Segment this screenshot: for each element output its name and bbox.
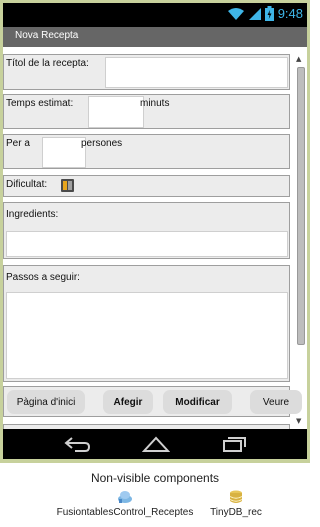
status-time: 9:48 [277, 6, 303, 21]
serves-input[interactable] [42, 137, 86, 168]
ingredients-label: Ingredients: [6, 209, 59, 220]
home-icon[interactable] [142, 435, 170, 453]
recipe-title-input[interactable] [105, 57, 288, 88]
battery-icon [264, 6, 274, 21]
fusiontables-component[interactable]: FusiontablesControl_Receptes [48, 490, 202, 518]
time-label: Temps estimat: [6, 98, 74, 109]
screen-content: Títol de la recepta: Temps estimat: minu… [3, 47, 307, 429]
add-button[interactable]: Afegir [103, 390, 153, 414]
non-visible-components-panel: Non-visible components FusiontablesContr… [0, 463, 310, 527]
ingredients-row: Ingredients: [3, 202, 290, 259]
status-bar: 9:48 [3, 3, 307, 27]
steps-textarea[interactable] [6, 292, 288, 379]
time-unit-label: minuts [140, 98, 170, 109]
recipe-title-row: Títol de la recepta: [3, 54, 290, 90]
time-input[interactable] [88, 96, 144, 128]
wifi-icon [227, 7, 244, 20]
serves-label: Per a [6, 138, 30, 149]
navigation-bar [3, 429, 307, 459]
status-icons: 9:48 [227, 6, 303, 21]
modify-button[interactable]: Modificar [163, 390, 232, 414]
non-visible-title: Non-visible components [90, 471, 220, 485]
time-row: Temps estimat: minuts [3, 94, 290, 129]
fusiontables-label: FusiontablesControl_Receptes [56, 507, 194, 518]
screen-title: Nova Recepta [15, 30, 79, 41]
scroll-up-arrow-icon[interactable]: ▲ [296, 55, 301, 63]
title-bar: Nova Recepta [3, 27, 307, 47]
tinydb-label: TinyDB_rec [210, 507, 262, 518]
difficulty-label: Dificultat: [6, 179, 48, 190]
steps-row: Passos a seguir: [3, 265, 290, 382]
back-icon[interactable] [63, 435, 91, 453]
difficulty-row: Dificultat: [3, 175, 290, 197]
fusiontables-icon [118, 491, 132, 503]
phone-frame: 9:48 Nova Recepta Títol de la recepta: T… [0, 0, 310, 463]
database-icon [229, 490, 243, 503]
tinydb-component[interactable]: TinyDB_rec [206, 490, 266, 518]
difficulty-selector-icon[interactable] [61, 179, 74, 192]
serves-row: Per a persones [3, 134, 290, 169]
scroll-thumb[interactable] [297, 67, 305, 345]
signal-icon [248, 7, 261, 20]
ingredients-input[interactable] [6, 231, 288, 257]
recipe-title-label: Títol de la recepta: [6, 58, 89, 69]
recent-apps-icon[interactable] [222, 435, 248, 453]
serves-unit-label: persones [81, 138, 123, 149]
scroll-down-arrow-icon[interactable]: ▼ [296, 417, 301, 425]
scrollbar[interactable]: ▲ ▼ [295, 55, 305, 425]
steps-label: Passos a seguir: [6, 272, 80, 283]
home-button[interactable]: Pàgina d'inici [7, 390, 85, 414]
